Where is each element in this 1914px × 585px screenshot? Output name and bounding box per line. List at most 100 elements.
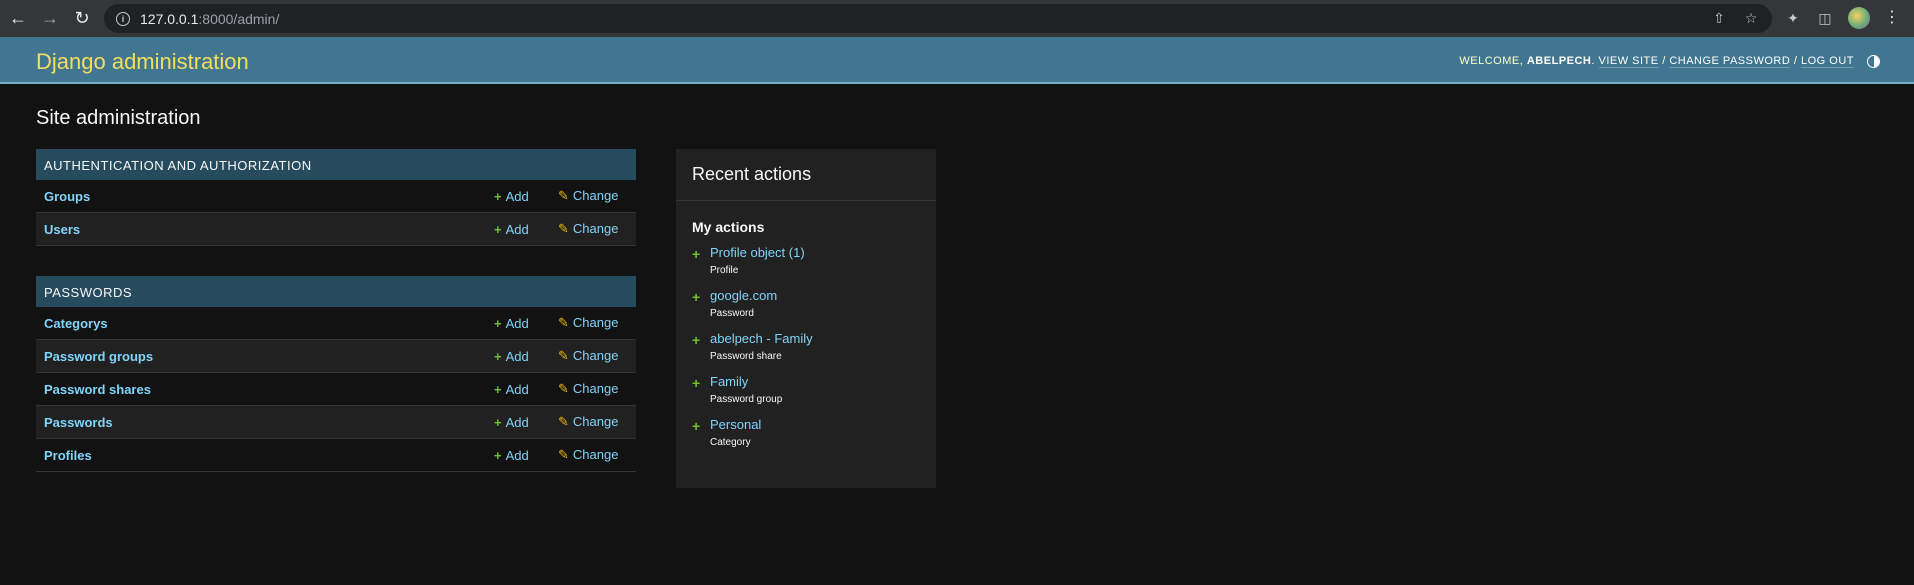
action-content-type: Profile <box>710 265 739 276</box>
list-item: + Profile object (1) Profile <box>692 245 936 288</box>
add-button[interactable]: + Add <box>494 415 529 430</box>
change-button[interactable]: ✎ Change <box>558 315 618 331</box>
add-label: Add <box>505 414 529 430</box>
add-label: Add <box>505 381 529 397</box>
plus-icon: + <box>494 348 502 364</box>
add-button[interactable]: + Add <box>494 382 529 397</box>
actions-list: + Profile object (1) Profile + google.co… <box>676 245 936 460</box>
model-link-profiles[interactable]: Profiles <box>44 448 92 463</box>
add-label: Add <box>505 348 529 364</box>
action-object-link[interactable]: Profile object (1) <box>710 245 805 260</box>
plus-icon: + <box>494 414 502 430</box>
recent-actions-title: Recent actions <box>676 149 936 201</box>
addition-icon: + <box>692 289 701 305</box>
site-brand[interactable]: Django administration <box>36 49 249 75</box>
add-label: Add <box>505 315 529 331</box>
add-button[interactable]: + Add <box>494 448 529 463</box>
module-passwords: Passwords Categorys + Add ✎ Change Passwor… <box>36 276 636 472</box>
action-content-type: Category <box>710 437 751 448</box>
action-content-type: Password <box>710 308 754 319</box>
browser-menu-icon[interactable]: ⋮ <box>1884 10 1900 26</box>
pencil-icon: ✎ <box>558 188 569 203</box>
change-label: Change <box>572 414 619 429</box>
module-auth: Authentication and Authorization Groups … <box>36 149 636 246</box>
change-button[interactable]: ✎ Change <box>558 447 618 463</box>
change-label: Change <box>572 348 619 363</box>
add-label: Add <box>505 447 529 463</box>
plus-icon: + <box>494 221 502 237</box>
action-object-link[interactable]: Family <box>710 374 748 389</box>
profile-avatar[interactable] <box>1848 7 1870 29</box>
table-row: Groups + Add ✎ Change <box>36 180 636 213</box>
addition-icon: + <box>692 418 701 434</box>
forward-arrow-icon[interactable]: → <box>38 7 62 31</box>
change-button[interactable]: ✎ Change <box>558 381 618 397</box>
username: abelpech <box>1526 55 1592 67</box>
browser-toolbar: ← → ↻ i 127.0.0.1:8000/admin/ ⇧ ☆ ✦ ◫ ⋮ <box>0 0 1914 37</box>
module-caption[interactable]: Authentication and Authorization <box>36 149 636 180</box>
welcome-text: Welcome, <box>1459 55 1524 67</box>
change-label: Change <box>572 381 619 396</box>
add-button[interactable]: + Add <box>494 189 529 204</box>
table-row: Users + Add ✎ Change <box>36 213 636 246</box>
add-button[interactable]: + Add <box>494 349 529 364</box>
site-header: Django administration Welcome, abelpech.… <box>0 37 1914 84</box>
model-link-groups[interactable]: Groups <box>44 189 90 204</box>
list-item: + Personal Category <box>692 417 936 460</box>
add-label: Add <box>505 188 529 204</box>
extensions-puzzle-icon[interactable]: ✦ <box>1784 9 1802 27</box>
model-link-password-groups[interactable]: Password groups <box>44 349 153 364</box>
my-actions-heading: My actions <box>692 219 765 235</box>
pencil-icon: ✎ <box>558 315 569 330</box>
addition-icon: + <box>692 246 701 262</box>
model-link-categorys[interactable]: Categorys <box>44 316 108 331</box>
plus-icon: + <box>494 315 502 331</box>
side-panel-icon[interactable]: ◫ <box>1816 9 1834 27</box>
table-row: Categorys + Add ✎ Change <box>36 307 636 340</box>
plus-icon: + <box>494 381 502 397</box>
page-title: Site administration <box>36 107 201 129</box>
site-info-icon[interactable]: i <box>116 11 130 26</box>
change-password-link[interactable]: Change password <box>1669 55 1791 68</box>
reload-icon[interactable]: ↻ <box>70 7 94 31</box>
change-button[interactable]: ✎ Change <box>558 348 618 364</box>
action-content-type: Password share <box>710 351 782 362</box>
view-site-link[interactable]: View site <box>1598 55 1659 68</box>
change-label: Change <box>572 188 619 203</box>
back-arrow-icon[interactable]: ← <box>6 7 30 31</box>
pencil-icon: ✎ <box>558 221 569 236</box>
action-object-link[interactable]: abelpech - Family <box>710 331 813 346</box>
pencil-icon: ✎ <box>558 414 569 429</box>
user-tools: Welcome, abelpech. View site / Change pa… <box>1459 55 1854 68</box>
add-button[interactable]: + Add <box>494 222 529 237</box>
separator: / <box>1793 55 1798 67</box>
addition-icon: + <box>692 375 701 391</box>
change-button[interactable]: ✎ Change <box>558 414 618 430</box>
model-link-passwords[interactable]: Passwords <box>44 415 113 430</box>
model-link-password-shares[interactable]: Password shares <box>44 382 151 397</box>
plus-icon: + <box>494 447 502 463</box>
url-host: 127.0.0.1 <box>140 10 199 27</box>
module-caption[interactable]: Passwords <box>36 276 636 307</box>
change-label: Change <box>572 315 619 330</box>
action-object-link[interactable]: google.com <box>710 288 777 303</box>
pencil-icon: ✎ <box>558 381 569 396</box>
bookmark-star-icon[interactable]: ☆ <box>1742 9 1760 27</box>
url-path: :8000/admin/ <box>198 10 280 27</box>
url-text[interactable]: 127.0.0.1:8000/admin/ <box>140 11 279 27</box>
log-out-link[interactable]: Log out <box>1800 55 1854 68</box>
pencil-icon: ✎ <box>558 447 569 462</box>
table-row: Password groups + Add ✎ Change <box>36 340 636 373</box>
change-button[interactable]: ✎ Change <box>558 221 618 237</box>
model-link-users[interactable]: Users <box>44 222 80 237</box>
change-button[interactable]: ✎ Change <box>558 188 618 204</box>
list-item: + Family Password group <box>692 374 936 417</box>
action-object-link[interactable]: Personal <box>710 417 761 432</box>
theme-toggle-icon[interactable] <box>1867 55 1880 68</box>
share-icon[interactable]: ⇧ <box>1710 9 1728 27</box>
table-row: Password shares + Add ✎ Change <box>36 373 636 406</box>
separator: / <box>1662 55 1666 67</box>
add-button[interactable]: + Add <box>494 316 529 331</box>
address-bar[interactable]: i 127.0.0.1:8000/admin/ ⇧ ☆ <box>104 4 1772 33</box>
add-label: Add <box>505 221 529 237</box>
